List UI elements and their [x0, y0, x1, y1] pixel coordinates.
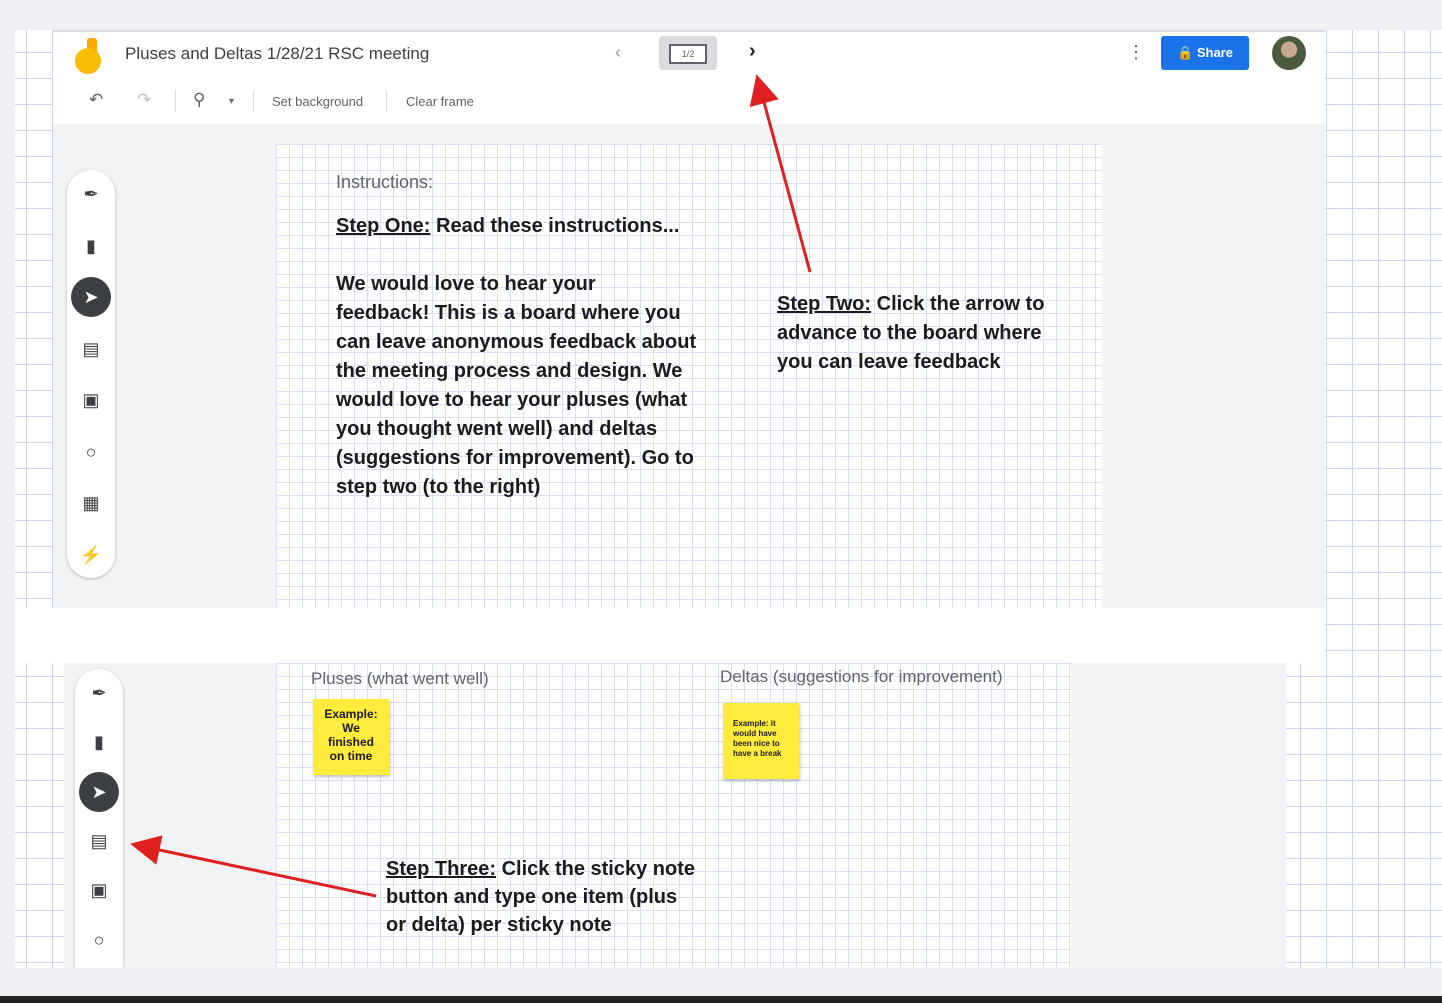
eraser-icon[interactable]: ▮ [71, 226, 111, 266]
app-header: Pluses and Deltas 1/28/21 RSC meeting ‹ … [53, 30, 1325, 76]
step-one-heading: Step One: [336, 215, 431, 237]
tool-palette: ✒ ▮ ➤ ▤ ▣ ○ [75, 669, 123, 968]
more-options-icon[interactable]: ⋮ [1127, 42, 1145, 63]
image-icon[interactable]: ▣ [71, 380, 111, 420]
toolbar-divider [175, 90, 176, 112]
sticky-note-plus[interactable]: Example: We finished on time [313, 699, 389, 775]
sticky-line: Example: [324, 707, 378, 721]
left-margin [0, 0, 15, 1003]
body-line: the meeting process and design. We [336, 360, 683, 382]
pen-icon[interactable]: ✒ [71, 174, 111, 214]
body-line: can leave anonymous feedback about [336, 331, 697, 353]
document-title[interactable]: Pluses and Deltas 1/28/21 RSC meeting [125, 44, 429, 64]
frame-bar-button[interactable]: 1/2 [659, 36, 717, 70]
tool-palette: ✒ ▮ ➤ ▤ ▣ ○ ▦ ⚡ [67, 170, 115, 578]
jamboard-window-frame-1: Pluses and Deltas 1/28/21 RSC meeting ‹ … [53, 30, 1325, 608]
body-line: (suggestions for improvement). Go to [336, 447, 694, 469]
step-three-line: button and type one item (plus [386, 886, 678, 908]
deltas-label: Deltas (suggestions for improvement) [720, 667, 1003, 686]
frame-indicator: 1/2 [669, 44, 707, 64]
pen-icon[interactable]: ✒ [79, 673, 119, 713]
step-three-line: Click the sticky note [501, 858, 695, 880]
zoom-dropdown-icon[interactable]: ▾ [229, 96, 234, 107]
toolbar: ↶ ↷ ⚲ ▾ Set background Clear frame [53, 76, 1325, 124]
sticky-line: finished [327, 735, 374, 749]
step-three-text: Step Three: Click the sticky note button… [386, 855, 695, 939]
step-one-text: Step One: Read these instructions... [336, 212, 679, 241]
chevron-right-icon[interactable]: › [749, 40, 756, 63]
image-icon[interactable]: ▣ [79, 870, 119, 910]
step-two-line: Click the arrow to [876, 293, 1045, 315]
step-three-line: or delta) per sticky note [386, 914, 612, 936]
step-two-line: you can leave feedback [777, 351, 1001, 373]
sticky-note-icon[interactable]: ▤ [71, 329, 111, 369]
share-button[interactable]: 🔒 Share [1161, 36, 1249, 70]
jamboard-window-frame-2: ✒ ▮ ➤ ▤ ▣ ○ Pluses (what went well) Delt… [64, 663, 1286, 968]
jamboard-logo [75, 38, 103, 74]
separator-gap [15, 608, 1325, 663]
frame-canvas-1[interactable]: Instructions: Step One: Read these instr… [276, 144, 1102, 608]
body-line: would love to hear your pluses (what [336, 389, 688, 411]
text-box-icon[interactable]: ▦ [71, 483, 111, 523]
body-line: feedback! This is a board where you [336, 302, 681, 324]
frame-canvas-2[interactable]: Pluses (what went well) Deltas (suggesti… [276, 663, 1071, 968]
instructions-label: Instructions: [336, 172, 434, 192]
step-two-line: advance to the board where [777, 322, 1042, 344]
sticky-note-icon[interactable]: ▤ [79, 821, 119, 861]
toolbar-divider [253, 90, 254, 112]
body-line: step two (to the right) [336, 476, 541, 498]
redo-icon[interactable]: ↷ [137, 90, 151, 110]
body-line: you thought went well) and deltas [336, 418, 658, 440]
lock-icon: 🔒 [1177, 45, 1194, 60]
set-background-button[interactable]: Set background [272, 94, 363, 109]
step-two-heading: Step Two: [777, 293, 872, 315]
step-two-text: Step Two: Click the arrow to advance to … [777, 290, 1044, 377]
step-three-heading: Step Three: [386, 858, 497, 880]
sticky-line: Example: it [733, 719, 776, 728]
toolbar-divider [386, 90, 387, 112]
instructions-body: We would love to hear your feedback! Thi… [336, 270, 696, 502]
sticky-line: on time [329, 749, 373, 763]
undo-icon[interactable]: ↶ [89, 90, 103, 110]
share-label: Share [1196, 45, 1233, 60]
laser-icon[interactable]: ⚡ [71, 535, 111, 575]
select-icon[interactable]: ➤ [79, 772, 119, 812]
zoom-icon[interactable]: ⚲ [193, 90, 205, 110]
step-one-body: Read these instructions... [436, 215, 680, 237]
sticky-note-delta[interactable]: Example: it would have been nice to have… [723, 703, 799, 779]
sticky-line: been nice to [733, 739, 780, 748]
sticky-line: We [342, 721, 360, 735]
pluses-label: Pluses (what went well) [311, 669, 489, 688]
top-margin [0, 0, 1442, 30]
select-icon[interactable]: ➤ [71, 277, 111, 317]
sticky-line: have a break [733, 749, 782, 758]
eraser-icon[interactable]: ▮ [79, 722, 119, 762]
bottom-edge [0, 996, 1442, 1003]
sticky-line: would have [733, 729, 777, 738]
avatar[interactable] [1272, 36, 1306, 70]
clear-frame-button[interactable]: Clear frame [406, 94, 474, 109]
chevron-left-icon[interactable]: ‹ [615, 42, 621, 63]
circle-icon[interactable]: ○ [79, 920, 119, 960]
circle-icon[interactable]: ○ [71, 432, 111, 472]
body-line: We would love to hear your [336, 273, 596, 295]
